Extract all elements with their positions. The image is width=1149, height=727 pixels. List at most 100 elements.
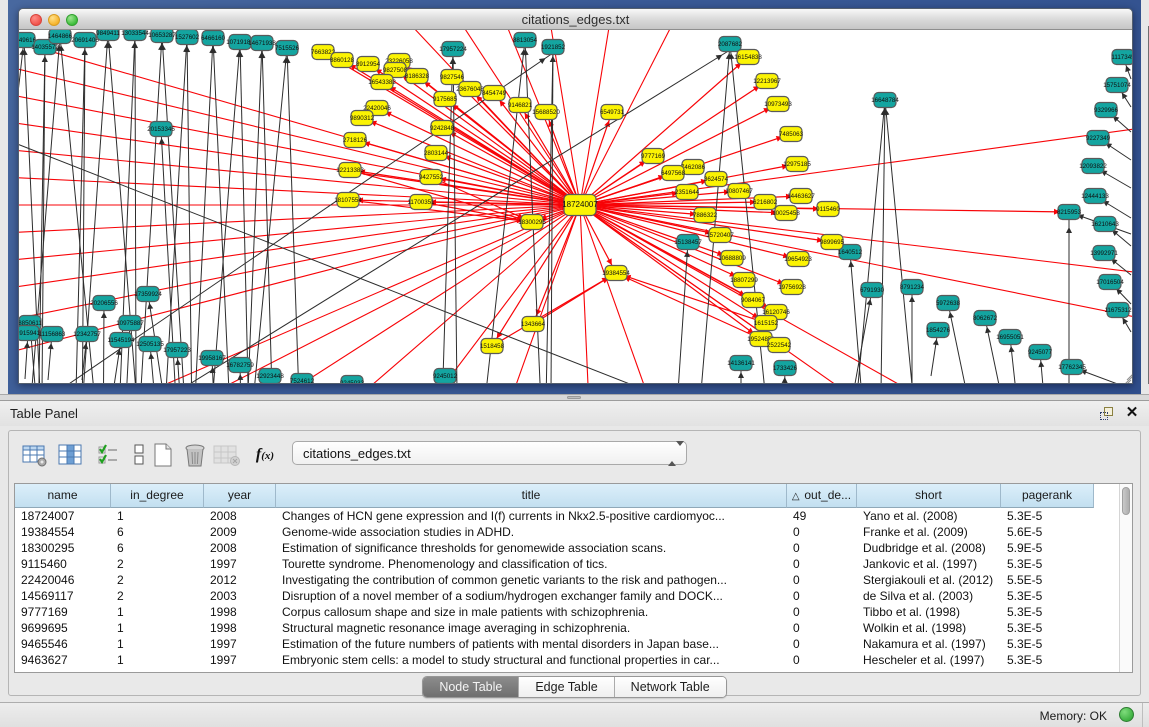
- table-cell: 1: [111, 604, 204, 620]
- tab-edge-table[interactable]: Edge Table: [518, 677, 613, 697]
- graph-node-label: 20206556: [90, 300, 118, 307]
- table-cell: 1997: [204, 556, 276, 572]
- graph-node-label: 2087682: [718, 41, 743, 48]
- column-header-out_de[interactable]: △ out_de...: [787, 484, 857, 508]
- table-cell: Nakamura et al. (1997): [857, 636, 1001, 652]
- table-cell: Yano et al. (2008): [857, 508, 1001, 524]
- close-panel-icon[interactable]: ✕: [1124, 404, 1140, 422]
- table-mode-button[interactable]: [19, 439, 51, 471]
- split-pane-handle[interactable]: [567, 396, 581, 399]
- graph-node-label: 7485063: [779, 131, 804, 138]
- graph-node-label: 2803144: [424, 150, 449, 157]
- table-cell: 6: [111, 524, 204, 540]
- graph-node-label: 1640512: [838, 249, 863, 256]
- table-row[interactable]: 1872400712008Changes of HCN gene express…: [15, 508, 1132, 524]
- table-cell: 5.6E-5: [1001, 524, 1094, 540]
- table-row[interactable]: 2242004622012Investigating the contribut…: [15, 572, 1132, 588]
- network-window-titlebar[interactable]: citations_edges.txt: [19, 9, 1132, 30]
- table-row[interactable]: 1456911722003Disruption of a novel membe…: [15, 588, 1132, 604]
- graph-node-label: 1527602: [175, 34, 200, 41]
- table-row[interactable]: 969969511998Structural magnetic resonanc…: [15, 620, 1132, 636]
- tab-node-table[interactable]: Node Table: [423, 677, 518, 697]
- column-header-name[interactable]: name: [15, 484, 111, 508]
- table-cell: 5.3E-5: [1001, 588, 1094, 604]
- scrollbar-thumb[interactable]: [1122, 487, 1130, 515]
- column-header-pagerank[interactable]: pagerank: [1001, 484, 1094, 508]
- table-selector-dropdown[interactable]: citations_edges.txt: [292, 441, 687, 465]
- table-panel: Table Panel ✕: [0, 400, 1149, 727]
- select-columns-button[interactable]: [93, 439, 125, 471]
- graph-node-label: 16543382: [368, 79, 396, 86]
- table-cell: 9699695: [15, 620, 111, 636]
- tab-network-table[interactable]: Network Table: [614, 677, 726, 697]
- table-cell: 1: [111, 636, 204, 652]
- table-cell: 2009: [204, 524, 276, 540]
- status-bar-divider: [1142, 703, 1143, 727]
- dropdown-arrows-icon: [668, 446, 677, 462]
- graph-node-label: 19756928: [778, 284, 806, 291]
- graph-node-label: 15751074: [1103, 82, 1131, 89]
- graph-node-label: 9146821: [508, 102, 533, 109]
- graph-node-label: 23676048: [456, 86, 484, 93]
- new-column-button[interactable]: [147, 439, 179, 471]
- graph-node-label: 17016504: [1096, 279, 1124, 286]
- delete-columns-button[interactable]: [179, 439, 211, 471]
- table-cell: Changes of HCN gene expression and I(f) …: [276, 508, 787, 524]
- table-cell: 0: [787, 524, 857, 540]
- graph-node-label: 9175685: [433, 96, 458, 103]
- node-table[interactable]: namein_degreeyeartitle△ out_de...shortpa…: [14, 483, 1133, 673]
- network-window[interactable]: citations_edges.txt 76496161403557214648…: [18, 8, 1133, 384]
- table-cell: 1: [111, 620, 204, 636]
- graph-node-label: 12213967: [753, 78, 781, 85]
- graph-node-label: 6549731: [600, 109, 625, 116]
- graph-node-label: 2718126: [343, 137, 368, 144]
- graph-node-label: 11156863: [39, 331, 66, 338]
- graph-node-label: 11700351: [407, 199, 435, 206]
- graph-node-label: 1733426: [773, 365, 798, 372]
- table-row[interactable]: 977716911998Corpus callosum shape and si…: [15, 604, 1132, 620]
- graph-node-label: 8860128: [330, 57, 355, 64]
- table-row[interactable]: 911546021997Tourette syndrome. Phenomeno…: [15, 556, 1132, 572]
- table-cell: 0: [787, 604, 857, 620]
- table-cell: 0: [787, 652, 857, 668]
- vertical-scrollbar[interactable]: [1119, 484, 1132, 672]
- function-builder-button[interactable]: f(x): [247, 439, 283, 471]
- table-cell: 1997: [204, 652, 276, 668]
- table-row[interactable]: 1830029562008Estimation of significance …: [15, 540, 1132, 556]
- column-header-year[interactable]: year: [204, 484, 276, 508]
- sort-ascending-icon: △: [792, 491, 802, 502]
- graph-node-label: 16210643: [1091, 221, 1119, 228]
- table-cell: 5.3E-5: [1001, 556, 1094, 572]
- table-cell: Investigating the contribution of common…: [276, 572, 787, 588]
- float-panel-icon[interactable]: [1099, 406, 1117, 422]
- graph-node-label: 2351644: [675, 189, 700, 196]
- table-cell: 19384554: [15, 524, 111, 540]
- graph-node-label: 7886322: [693, 212, 718, 219]
- table-selector-value: citations_edges.txt: [303, 446, 411, 461]
- column-header-short[interactable]: short: [857, 484, 1001, 508]
- network-graph[interactable]: 7649616140355721464866206914069849411130…: [19, 30, 1132, 383]
- graph-node-label: 10653287: [148, 32, 176, 39]
- delete-table-button[interactable]: [211, 439, 243, 471]
- graph-node-label: 17359924: [134, 291, 162, 298]
- graph-node-label: 7515526: [275, 45, 300, 52]
- graph-node-label: 8215953: [1057, 209, 1082, 216]
- table-header-row: namein_degreeyeartitle△ out_de...shortpa…: [15, 484, 1132, 508]
- graph-node-label: 8912954: [356, 61, 381, 68]
- table-row[interactable]: 946554611997Estimation of the future num…: [15, 636, 1132, 652]
- graph-node-label: 9245012: [433, 373, 458, 380]
- table-cell: 5.3E-5: [1001, 604, 1094, 620]
- graph-node-label: 19958167: [198, 355, 226, 362]
- table-row[interactable]: 946362711997Embryonic stem cells: a mode…: [15, 652, 1132, 668]
- graph-node-label: 10975887: [116, 320, 144, 327]
- table-cell: Estimation of significance thresholds fo…: [276, 540, 787, 556]
- table-cell: 2003: [204, 588, 276, 604]
- table-cell: 5.3E-5: [1001, 636, 1094, 652]
- column-header-in_degree[interactable]: in_degree: [111, 484, 204, 508]
- graph-node-label: 1518458: [480, 343, 505, 350]
- column-visibility-button[interactable]: [55, 439, 87, 471]
- table-row[interactable]: 1938455462009Genome-wide association stu…: [15, 524, 1132, 540]
- table-cell: Hescheler et al. (1997): [857, 652, 1001, 668]
- network-canvas[interactable]: 7649616140355721464866206914069849411130…: [19, 30, 1132, 383]
- column-header-title[interactable]: title: [276, 484, 787, 508]
